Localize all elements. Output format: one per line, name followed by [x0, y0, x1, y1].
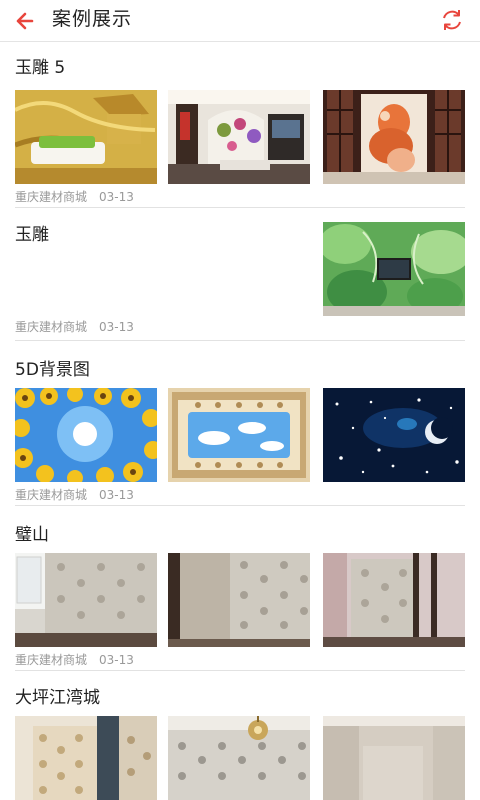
case-image[interactable]	[15, 716, 157, 800]
case-image[interactable]	[15, 553, 157, 647]
case-meta: 重庆建材商城 03-13	[15, 653, 134, 667]
divider	[15, 207, 465, 208]
case-image[interactable]	[168, 553, 310, 647]
case-meta: 重庆建材商城 03-13	[15, 190, 134, 204]
case-image[interactable]	[15, 90, 157, 184]
case-image[interactable]	[323, 90, 465, 184]
case-image[interactable]	[168, 90, 310, 184]
case-title: 璧山	[15, 525, 49, 545]
divider	[15, 670, 465, 671]
case-item[interactable]: 5D背景图 重庆建材商城 03-13	[0, 357, 480, 507]
case-item[interactable]: 璧山 重庆建材商城 03-13	[0, 522, 480, 672]
case-date: 03-13	[99, 488, 134, 502]
case-source: 重庆建材商城	[15, 190, 88, 204]
divider	[15, 505, 465, 506]
case-item[interactable]: 玉雕 5 重庆建材商城 03-13	[0, 57, 480, 208]
app-header: 案例展示	[0, 0, 480, 42]
case-meta: 重庆建材商城 03-13	[15, 320, 134, 334]
case-source: 重庆建材商城	[15, 653, 88, 667]
case-image[interactable]	[168, 388, 310, 482]
case-source: 重庆建材商城	[15, 488, 88, 502]
case-title: 5D背景图	[15, 360, 90, 380]
case-date: 03-13	[99, 190, 134, 204]
case-image[interactable]	[168, 716, 310, 800]
case-image[interactable]	[323, 553, 465, 647]
case-date: 03-13	[99, 320, 134, 334]
case-meta: 重庆建材商城 03-13	[15, 488, 134, 502]
case-source: 重庆建材商城	[15, 320, 88, 334]
case-image[interactable]	[323, 222, 465, 316]
case-title: 玉雕 5	[15, 58, 66, 78]
case-image[interactable]	[323, 388, 465, 482]
case-title: 玉雕	[15, 225, 49, 245]
arrow-left-icon[interactable]	[12, 6, 42, 36]
case-item[interactable]: 大坪江湾城	[0, 687, 480, 800]
page-title: 案例展示	[52, 8, 133, 30]
case-image[interactable]	[15, 388, 157, 482]
case-title: 大坪江湾城	[15, 688, 100, 708]
divider	[15, 340, 465, 341]
case-feed[interactable]: 玉雕 5 重庆建材商城 03-13 玉雕 重庆建材商城 03-13 5D背景图 …	[0, 43, 480, 800]
case-date: 03-13	[99, 653, 134, 667]
refresh-icon[interactable]	[438, 6, 466, 34]
case-item[interactable]: 玉雕 重庆建材商城 03-13	[0, 222, 480, 372]
case-image[interactable]	[323, 716, 465, 800]
